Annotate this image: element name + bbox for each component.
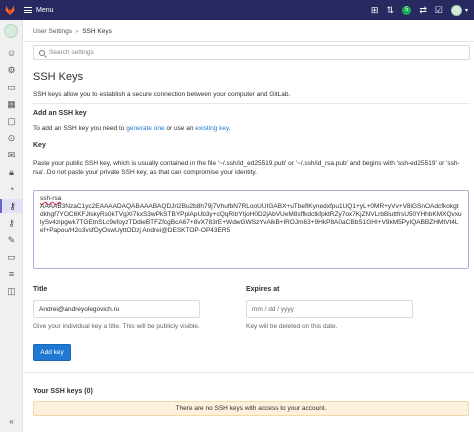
chat-icon[interactable]: ▢	[0, 114, 23, 128]
todo-icon[interactable]: ☑	[435, 5, 443, 15]
divider	[33, 103, 470, 104]
gpg-key-icon[interactable]: ⚷	[0, 216, 23, 230]
user-avatar-icon[interactable]	[4, 24, 18, 38]
profile-icon[interactable]: ☺	[0, 46, 23, 60]
gitlab-logo-icon[interactable]	[0, 0, 20, 20]
preferences-icon[interactable]: ✎	[0, 233, 23, 247]
menu-label: Menu	[36, 6, 54, 14]
notifications-icon[interactable]: ◔	[0, 182, 23, 196]
page-description: SSH keys allow you to establish a secure…	[33, 91, 291, 98]
breadcrumb: User Settings › SSH Keys	[33, 28, 112, 35]
add-key-intro-prefix: To add an SSH key you need to	[33, 125, 127, 132]
generate-one-link[interactable]: generate one	[126, 125, 164, 132]
expires-at-input[interactable]: mm / dd / yyyy	[246, 300, 413, 318]
title-help-text: Give your individual key a title. This w…	[33, 323, 200, 330]
add-key-intro-middle: or use an	[164, 125, 196, 132]
breadcrumb-ssh-keys[interactable]: SSH Keys	[82, 28, 112, 35]
merge-request-icon[interactable]: ⇅	[386, 5, 394, 15]
main-content: User Settings › SSH Keys SSH Keys SSH ke…	[23, 20, 474, 432]
key-type-text: ssh-rsa	[40, 195, 62, 202]
usage-quotas-icon[interactable]: ◫	[0, 284, 23, 298]
ssh-key-icon[interactable]: ⚷	[0, 199, 23, 213]
expires-at-label: Expires at	[246, 286, 280, 293]
search-input[interactable]	[49, 49, 449, 56]
search-settings-field[interactable]	[33, 45, 470, 60]
account-icon[interactable]: ⚙	[0, 63, 23, 77]
settings-sidebar: ☺ ⚙ ▭ ▦ ▢ ⊙ ✉ 🔒︎ ◔ ⚷ ⚷ ✎ ▭ ≡ ◫ «	[0, 20, 23, 432]
divider	[23, 41, 474, 42]
plus-square-icon[interactable]: ⊞	[371, 5, 379, 15]
search-icon	[39, 49, 45, 56]
your-ssh-keys-heading: Your SSH keys (0)	[33, 388, 93, 395]
access-tokens-icon[interactable]: ⊙	[0, 131, 23, 145]
password-icon[interactable]: 🔒︎	[0, 165, 23, 179]
title-label: Title	[33, 286, 48, 293]
authentication-log-icon[interactable]: ≡	[0, 267, 23, 281]
emails-icon[interactable]: ✉	[0, 148, 23, 162]
key-label: Key	[33, 142, 46, 149]
active-sessions-icon[interactable]: ▭	[0, 250, 23, 264]
key-value-text: AAAAB3NzaC1yc2EAAAADAQABAAABAQDJrl2Bu2b8…	[40, 203, 462, 234]
chevron-down-icon[interactable]: ▾	[465, 7, 468, 14]
key-help-text: Paste your public SSH key, which is usua…	[33, 160, 460, 176]
hamburger-icon	[24, 7, 32, 13]
page-title: SSH Keys	[33, 71, 84, 83]
collapse-icon[interactable]: «	[0, 414, 23, 428]
todo-count-badge[interactable]: 5	[402, 5, 412, 15]
divider	[23, 372, 474, 373]
add-key-intro: To add an SSH key you need to generate o…	[33, 125, 231, 132]
add-key-heading: Add an SSH key	[33, 110, 87, 117]
existing-key-link[interactable]: existing key	[195, 125, 228, 132]
empty-keys-notice: There are no SSH keys with access to you…	[33, 401, 469, 416]
breadcrumb-user-settings[interactable]: User Settings	[33, 28, 72, 35]
top-navbar: Menu ⊞ ⇅ 5 ⇄ ☑ ▾	[0, 0, 474, 20]
user-avatar-icon[interactable]	[450, 4, 462, 16]
add-key-intro-suffix: .	[228, 125, 231, 132]
applications-icon[interactable]: ▦	[0, 97, 23, 111]
expires-at-help-text: Key will be deleted on this date.	[246, 323, 338, 330]
issues-icon[interactable]: ⇄	[419, 5, 427, 15]
breadcrumb-separator-icon: ›	[76, 28, 79, 35]
billing-icon[interactable]: ▭	[0, 80, 23, 94]
title-input[interactable]: Andrei@andreyolegovich.ru	[33, 300, 200, 318]
add-key-button[interactable]: Add key	[33, 344, 71, 361]
key-textarea[interactable]: ssh-rsa AAAAB3NzaC1yc2EAAAADAQABAAABAQDJ…	[33, 190, 469, 269]
menu-button[interactable]: Menu	[24, 7, 54, 14]
